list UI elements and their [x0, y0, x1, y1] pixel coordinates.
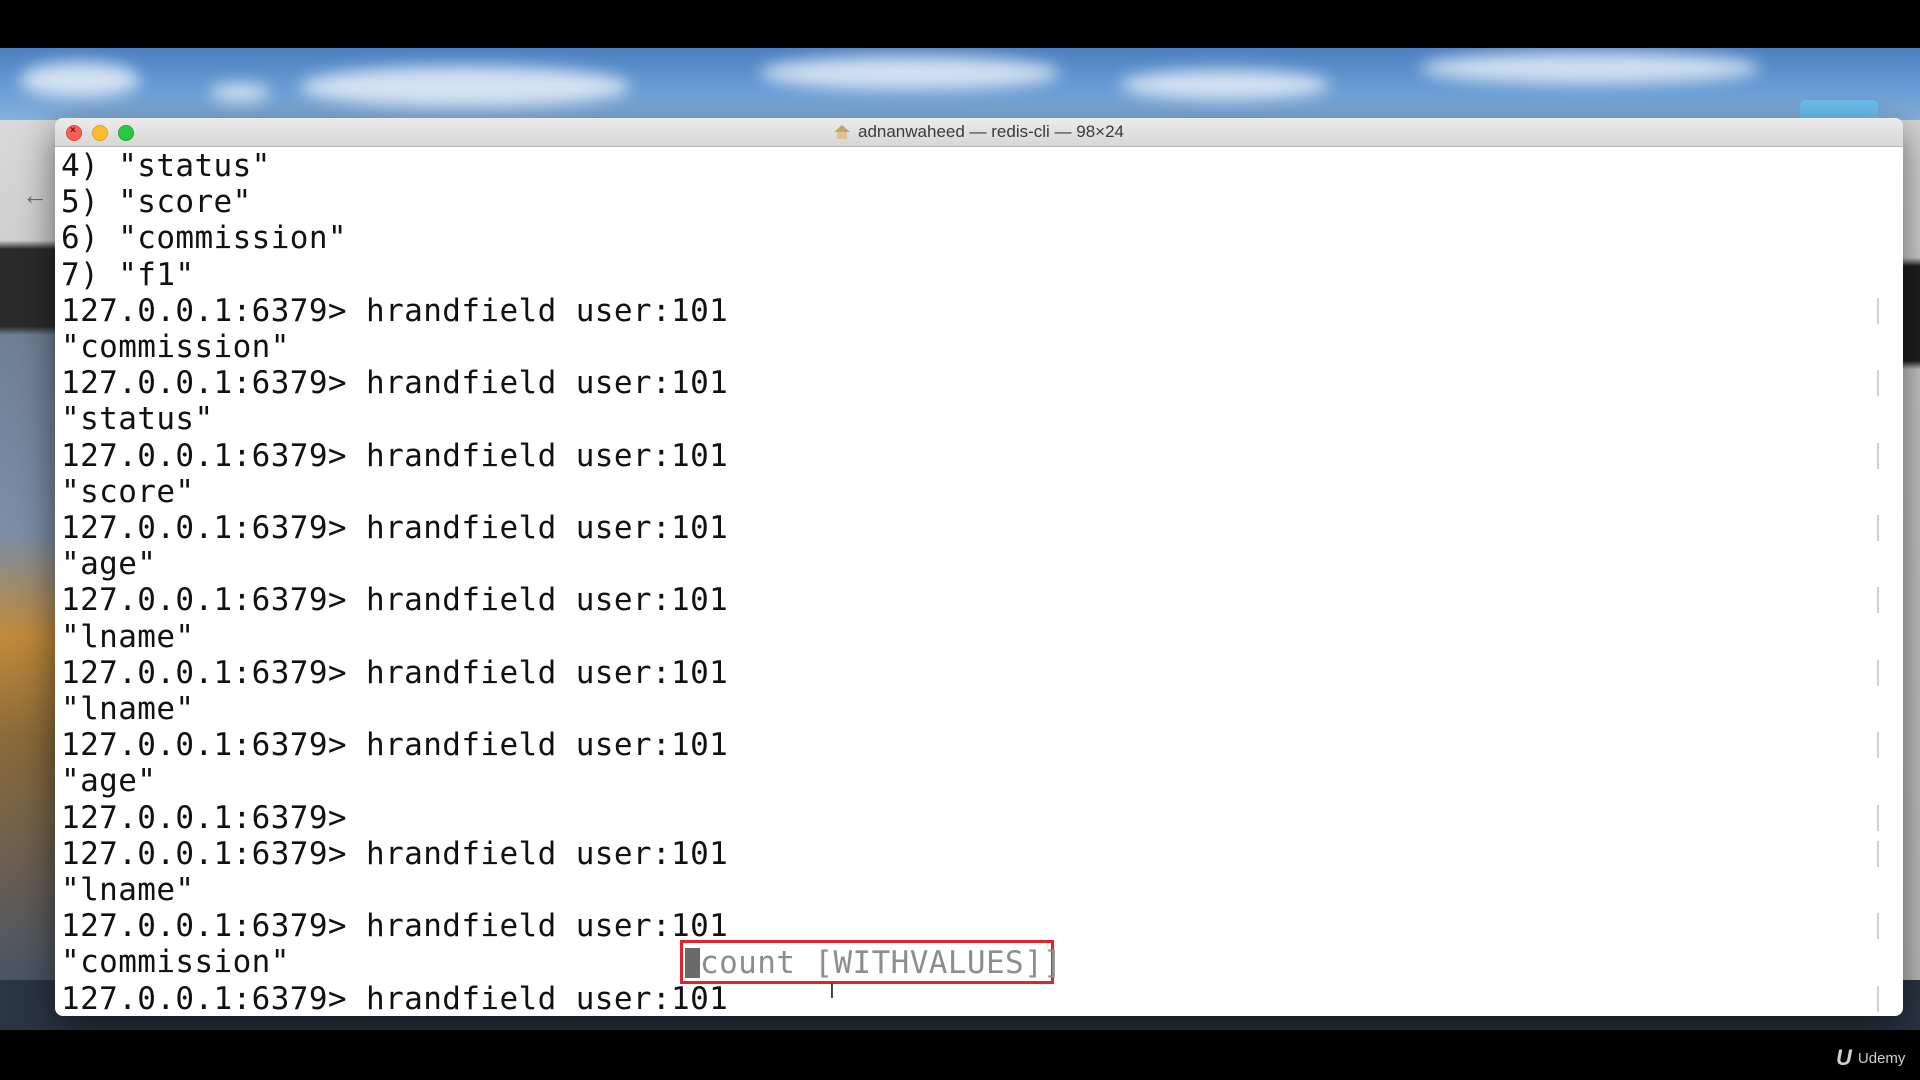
window-title-area: adnanwaheed — redis-cli — 98×24: [55, 118, 1903, 146]
terminal-line: 127.0.0.1:6379> hrandfield user:101: [61, 727, 729, 764]
terminal-line: "commission": [61, 329, 290, 365]
line-marker: [1877, 297, 1879, 324]
line-marker: [1877, 442, 1879, 469]
terminal-line: 127.0.0.1:6379> hrandfield user:101: [61, 908, 729, 945]
terminal-line: 127.0.0.1:6379> hrandfield user:101: [61, 835, 729, 872]
terminal-line: 127.0.0.1:6379> hrandfield user:101: [61, 292, 729, 329]
background-app-edge: [1900, 120, 1920, 980]
letterbox-top: [0, 0, 1920, 48]
ibeam-cursor-icon: I: [829, 979, 835, 1003]
line-marker: [1877, 840, 1879, 867]
terminal-line: "lname": [61, 618, 195, 655]
terminal-output[interactable]: 4) "status" 5) "score" 6) "commission" 7) "…: [61, 148, 1881, 1016]
terminal-line: 127.0.0.1:6379>: [61, 799, 347, 836]
udemy-label: Udemy: [1857, 1049, 1906, 1067]
terminal-line: 4) "status": [61, 148, 271, 184]
terminal-line: "score": [61, 473, 195, 510]
terminal-line: 6) "commission": [61, 220, 347, 257]
terminal-line: "lname": [61, 872, 195, 908]
window-title: adnanwaheed — redis-cli — 98×24: [857, 122, 1125, 141]
terminal-line: 7) "f1": [61, 256, 195, 293]
terminal-line: 5) "score": [61, 184, 252, 221]
screen: ← × adnanwaheed — redis-cli — 98×24 4) "…: [0, 0, 1920, 1080]
terminal-line: 127.0.0.1:6379> hrandfield user:101: [61, 437, 729, 474]
back-arrow-icon: ←: [22, 180, 48, 210]
terminal-line: 127.0.0.1:6379> hrandfield user:101: [61, 582, 729, 619]
line-marker: [1877, 370, 1879, 397]
background-app-window: [0, 120, 60, 980]
text-cursor: [685, 948, 700, 978]
line-marker: [1877, 659, 1879, 686]
letterbox-bottom: [0, 1030, 1920, 1080]
terminal-line: 127.0.0.1:6379> hrandfield user:101: [61, 654, 729, 691]
line-marker: [1877, 913, 1879, 940]
line-marker: [1877, 732, 1879, 759]
line-marker: [1877, 515, 1879, 541]
line-marker: [1877, 587, 1879, 614]
sky-wallpaper: [0, 48, 1920, 128]
terminal-line: 127.0.0.1:6379> hrandfield user:101: [61, 510, 729, 546]
terminal-window[interactable]: × adnanwaheed — redis-cli — 98×24 4) "st…: [55, 118, 1903, 1016]
terminal-line: "lname": [61, 691, 195, 727]
line-marker: [1877, 804, 1879, 831]
udemy-logo-icon: U: [1836, 1045, 1852, 1070]
terminal-line: 127.0.0.1:6379> hrandfield user:101: [61, 365, 729, 402]
home-icon: [833, 125, 850, 139]
terminal-line: "status": [61, 401, 214, 438]
terminal-line: 127.0.0.1:6379> hrandfield user:101: [61, 980, 729, 1016]
terminal-line: "age": [61, 546, 157, 583]
command-hint: count [WITHVALUES]]: [700, 945, 1063, 981]
line-marker: [1877, 985, 1879, 1012]
udemy-watermark: U Udemy: [1836, 1045, 1905, 1071]
terminal-line: "age": [61, 763, 157, 800]
terminal-line: "commission": [61, 944, 290, 981]
title-bar[interactable]: × adnanwaheed — redis-cli — 98×24: [55, 118, 1903, 147]
